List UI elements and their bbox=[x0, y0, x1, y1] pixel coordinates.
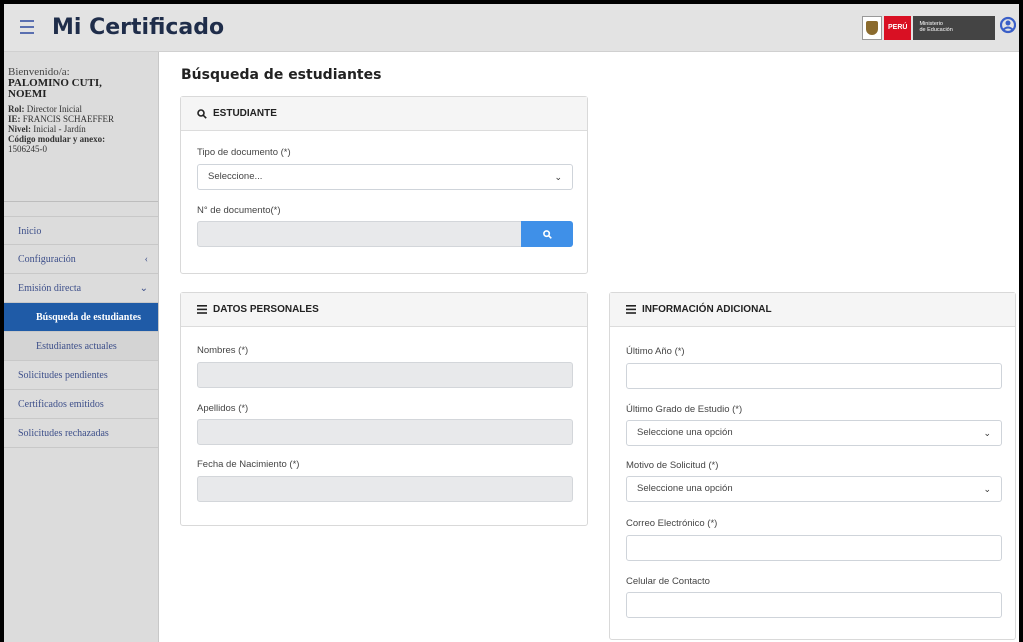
top-header: Mi Certificado PERÚ Ministerio de Educac… bbox=[4, 4, 1019, 52]
code-value: 1506245-0 bbox=[8, 144, 47, 154]
last-grade-value: Seleccione una opción bbox=[637, 427, 733, 438]
card-header: ESTUDIANTE bbox=[181, 97, 587, 131]
sidebar-item-certificados-emitidos[interactable]: Certificados emitidos bbox=[4, 390, 158, 419]
birthdate-label: Fecha de Nacimiento (*) bbox=[197, 459, 300, 470]
surnames-input[interactable] bbox=[197, 419, 573, 445]
sidebar-item-label: Configuración bbox=[18, 254, 76, 265]
user-ie: IE: FRANCIS SCHAEFFER bbox=[8, 114, 152, 124]
doc-number-label: N° de documento(*) bbox=[197, 205, 281, 216]
sidebar-item-solicitudes-pendientes[interactable]: Solicitudes pendientes bbox=[4, 361, 158, 390]
reason-select[interactable]: Seleccione una opción ⌄ bbox=[626, 476, 1002, 502]
app-window: Mi Certificado PERÚ Ministerio de Educac… bbox=[4, 4, 1019, 642]
chevron-down-icon: ⌄ bbox=[983, 484, 991, 494]
card-title: DATOS PERSONALES bbox=[213, 303, 319, 315]
list-icon bbox=[626, 305, 636, 314]
chevron-down-icon: ⌄ bbox=[983, 428, 991, 438]
card-title: INFORMACIÓN ADICIONAL bbox=[642, 303, 772, 315]
sidebar-item-configuracion[interactable]: Configuración ‹ bbox=[4, 245, 158, 274]
surnames-label: Apellidos (*) bbox=[197, 403, 249, 414]
personal-data-card: DATOS PERSONALES Nombres (*) Apellidos (… bbox=[180, 292, 588, 526]
last-grade-select[interactable]: Seleccione una opción ⌄ bbox=[626, 420, 1002, 446]
sidebar-item-estudiantes-actuales[interactable]: Estudiantes actuales bbox=[4, 332, 158, 361]
last-year-label: Último Año (*) bbox=[626, 346, 685, 357]
phone-input[interactable] bbox=[626, 592, 1002, 618]
sidebar-item-inicio[interactable]: Inicio bbox=[4, 216, 158, 245]
coat-of-arms-icon bbox=[862, 16, 882, 40]
last-grade-label: Último Grado de Estudio (*) bbox=[626, 404, 743, 415]
list-icon bbox=[197, 305, 207, 314]
logo-country: PERÚ bbox=[884, 16, 912, 40]
email-label: Correo Electrónico (*) bbox=[626, 518, 718, 529]
ministry-logo: PERÚ Ministerio de Educación bbox=[862, 16, 996, 40]
additional-info-card: INFORMACIÓN ADICIONAL Último Año (*) Últ… bbox=[609, 292, 1016, 640]
reason-value: Seleccione una opción bbox=[637, 483, 733, 494]
card-title: ESTUDIANTE bbox=[213, 107, 277, 119]
sidebar-menu: Inicio Configuración ‹ Emisión directa ⌄… bbox=[4, 216, 158, 448]
email-input[interactable] bbox=[626, 535, 1002, 561]
sidebar: Bienvenido/a: PALOMINO CUTI, NOEMI Rol: … bbox=[4, 52, 159, 642]
page-title: Búsqueda de estudiantes bbox=[181, 67, 382, 83]
doc-number-input[interactable] bbox=[197, 221, 523, 247]
user-info-panel: Bienvenido/a: PALOMINO CUTI, NOEMI Rol: … bbox=[4, 52, 158, 202]
sidebar-item-emision-directa[interactable]: Emisión directa ⌄ bbox=[4, 274, 158, 303]
app-title: Mi Certificado bbox=[52, 15, 225, 40]
role-label: Rol: bbox=[8, 104, 25, 114]
user-code: Código modular y anexo: bbox=[8, 134, 152, 144]
chevron-down-icon: ⌄ bbox=[139, 283, 148, 294]
card-header: INFORMACIÓN ADICIONAL bbox=[610, 293, 1015, 327]
code-label: Código modular y anexo: bbox=[8, 134, 106, 144]
student-search-card: ESTUDIANTE Tipo de documento (*) Selecci… bbox=[180, 96, 588, 274]
role-value: Director Inicial bbox=[26, 104, 82, 114]
user-account-icon[interactable] bbox=[1000, 15, 1016, 35]
user-level: Nivel: Inicial - Jardín bbox=[8, 124, 152, 134]
search-icon bbox=[197, 108, 207, 119]
doc-type-value: Seleccione... bbox=[208, 171, 263, 182]
reason-label: Motivo de Solicitud (*) bbox=[626, 460, 719, 471]
level-label: Nivel: bbox=[8, 124, 31, 134]
sidebar-item-busqueda-estudiantes[interactable]: Búsqueda de estudiantes bbox=[4, 303, 158, 332]
sidebar-item-solicitudes-rechazadas[interactable]: Solicitudes rechazadas bbox=[4, 419, 158, 448]
card-header: DATOS PERSONALES bbox=[181, 293, 587, 327]
doc-type-select[interactable]: Seleccione... ⌄ bbox=[197, 164, 573, 190]
doc-type-label: Tipo de documento (*) bbox=[197, 147, 291, 158]
level-value: Inicial - Jardín bbox=[33, 124, 86, 134]
search-icon bbox=[542, 229, 552, 239]
sidebar-item-label: Emisión directa bbox=[18, 283, 82, 294]
phone-label: Celular de Contacto bbox=[626, 576, 710, 587]
menu-toggle-icon[interactable] bbox=[20, 20, 34, 34]
birthdate-input[interactable] bbox=[197, 476, 573, 502]
ie-value: FRANCIS SCHAEFFER bbox=[22, 114, 115, 124]
names-input[interactable] bbox=[197, 362, 573, 388]
logo-ministry-line2: de Educación bbox=[919, 27, 953, 33]
chevron-down-icon: ⌄ bbox=[554, 172, 562, 182]
chevron-left-icon: ‹ bbox=[144, 254, 148, 265]
user-role: Rol: Director Inicial bbox=[8, 104, 152, 114]
names-label: Nombres (*) bbox=[197, 345, 249, 356]
ie-label: IE: bbox=[8, 114, 21, 124]
logo-ministry: Ministerio de Educación bbox=[913, 16, 996, 40]
user-name: PALOMINO CUTI, NOEMI bbox=[8, 77, 102, 100]
search-button[interactable] bbox=[521, 221, 573, 247]
last-year-input[interactable] bbox=[626, 363, 1002, 389]
